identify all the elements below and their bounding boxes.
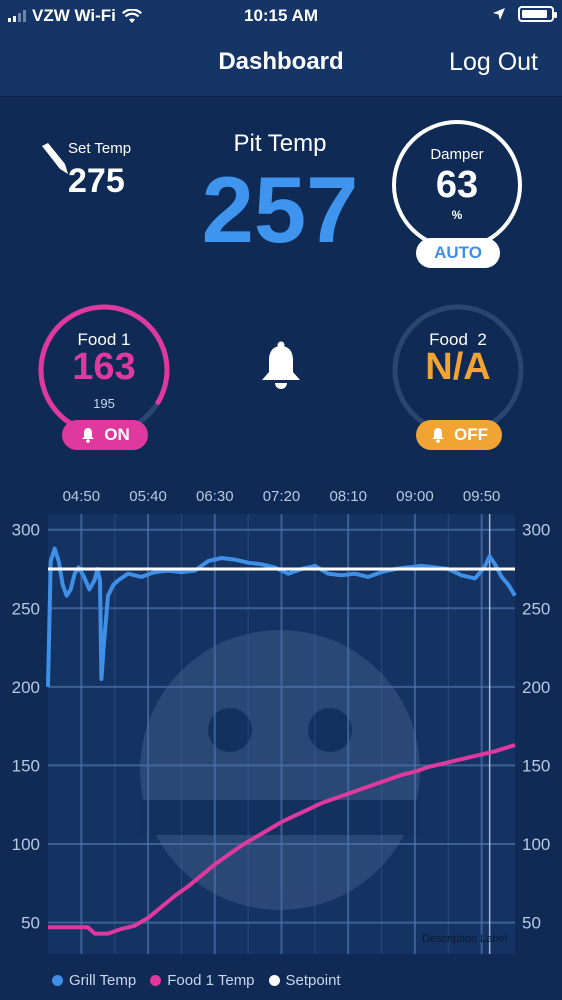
bell-icon <box>432 428 444 443</box>
legend-item-setpoint[interactable]: Setpoint <box>268 972 341 989</box>
x-tick-label: 06:30 <box>196 488 234 505</box>
set-temp-value: 275 <box>68 162 125 200</box>
pencil-icon <box>42 143 68 174</box>
y-tick-label-right: 200 <box>522 678 550 697</box>
chart-legend: Grill Temp Food 1 Temp Setpoint <box>52 972 341 989</box>
y-tick-label-left: 50 <box>21 914 40 933</box>
damper-label: Damper <box>430 146 484 163</box>
legend-label-grill: Grill Temp <box>69 972 137 989</box>
pit-temp-value: 257 <box>201 157 359 262</box>
x-tick-label: 07:20 <box>263 488 301 505</box>
legend-label-food1: Food 1 Temp <box>167 972 255 989</box>
y-tick-label-left: 300 <box>12 521 40 540</box>
mascot-watermark <box>140 630 420 910</box>
damper-unit: % <box>451 208 463 222</box>
alarm-bell-icon[interactable] <box>258 340 304 390</box>
damper-mode-toggle[interactable]: AUTO <box>416 238 500 268</box>
legend-item-food1[interactable]: Food 1 Temp <box>150 972 255 989</box>
y-tick-label-left: 200 <box>12 678 40 697</box>
y-tick-label-right: 100 <box>522 835 550 854</box>
legend-swatch-grill <box>52 975 63 986</box>
food2-gauge[interactable]: Food 2 N/A OFF <box>390 302 526 452</box>
food2-alarm-label: OFF <box>454 425 488 444</box>
bell-icon <box>82 428 95 443</box>
legend-swatch-food1 <box>150 975 162 986</box>
status-time: 10:15 AM <box>243 6 318 25</box>
y-tick-label-left: 150 <box>12 756 40 775</box>
food1-target: 195 <box>93 396 115 411</box>
battery-icon <box>518 6 557 22</box>
chart-canvas[interactable]: 300 300 250 250 200 200 150 150 100 100 50 50 04:50 0… <box>0 480 562 960</box>
x-tick-label: 09:50 <box>463 488 501 505</box>
legend-label-setpoint: Setpoint <box>285 972 341 989</box>
food2-alarm-toggle[interactable]: OFF <box>416 420 502 450</box>
food1-gauge[interactable]: Food 1 163 195 ON <box>36 302 172 452</box>
food1-alarm-label: ON <box>104 425 130 444</box>
x-tick-label: 05:40 <box>129 488 167 505</box>
set-temp-label: Set Temp <box>68 140 132 157</box>
legend-swatch-setpoint <box>268 975 280 986</box>
temperature-chart[interactable]: 300 300 250 250 200 200 150 150 100 100 50 50 04:50 0… <box>0 480 562 960</box>
damper-value: 63 <box>435 164 479 206</box>
food1-value: 163 <box>72 346 136 388</box>
legend-item-grill[interactable]: Grill Temp <box>52 972 136 989</box>
x-tick-label: 09:00 <box>396 488 434 505</box>
logout-button[interactable]: Log Out <box>449 48 538 77</box>
y-tick-label-right: 50 <box>522 914 541 933</box>
x-tick-label: 08:10 <box>329 488 367 505</box>
chart-annotation: Description Label <box>422 933 507 945</box>
y-tick-label-right: 250 <box>522 599 550 618</box>
location-arrow-icon <box>493 8 505 20</box>
food1-alarm-toggle[interactable]: ON <box>62 420 148 450</box>
nav-bar: Dashboard Log Out <box>0 32 562 97</box>
y-tick-label-left: 100 <box>12 835 40 854</box>
food2-value: N/A <box>425 346 491 388</box>
x-tick-label: 04:50 <box>63 488 101 505</box>
y-tick-label-right: 300 <box>522 521 550 540</box>
y-tick-label-right: 150 <box>522 756 550 775</box>
status-bar: VZW Wi-Fi 10:15 AM <box>0 0 562 32</box>
y-tick-label-left: 250 <box>12 599 40 618</box>
pit-temp-label: Pit Temp <box>233 130 327 157</box>
damper-gauge[interactable]: Damper 63 % AUTO <box>390 118 524 268</box>
damper-mode-label: AUTO <box>434 243 482 262</box>
